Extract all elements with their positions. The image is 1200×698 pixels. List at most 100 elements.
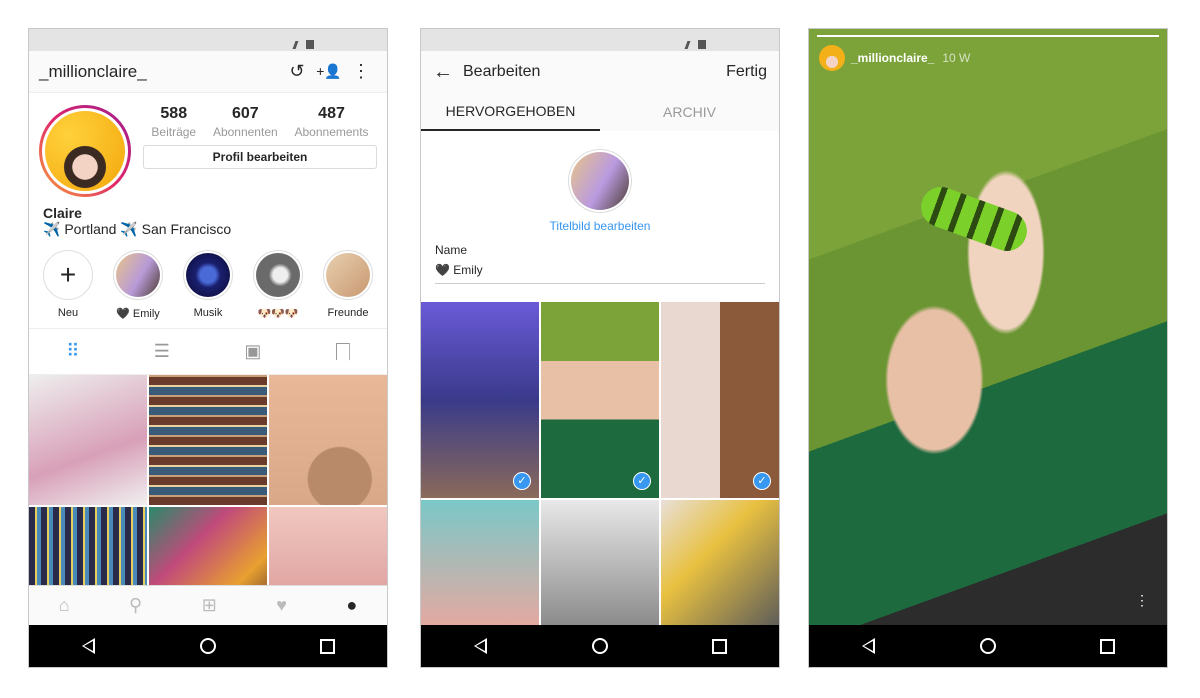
edit-tabs: HERVORGEHOBEN ARCHIV	[421, 93, 779, 131]
highlight-label: Freunde	[327, 307, 369, 319]
highlight-label: Musik	[193, 307, 223, 319]
bookmark-icon[interactable]	[335, 342, 350, 361]
story-avatar[interactable]	[819, 45, 845, 71]
post-thumbnail[interactable]	[29, 375, 147, 505]
stat-value: 607	[231, 105, 259, 122]
edit-cover-link[interactable]: Titelbild bearbeiten	[421, 219, 779, 233]
edit-highlight-screen: ← Bearbeiten Fertig HERVORGEHOBEN ARCHIV…	[420, 28, 780, 668]
story-thumbnail[interactable]	[661, 500, 779, 630]
battery-icon	[306, 40, 314, 49]
back-nav-button[interactable]	[849, 631, 889, 661]
check-icon: ✓	[753, 472, 771, 490]
recents-square-icon	[319, 638, 335, 654]
recents-square-icon	[1099, 638, 1115, 654]
bio: Claire ✈️ Portland ✈️ San Francisco	[29, 197, 387, 238]
stat-value: 487	[318, 105, 345, 122]
stat-value: 588	[160, 105, 188, 122]
tab-highlighted[interactable]: HERVORGEHOBEN	[421, 93, 600, 131]
highlight-musik[interactable]: Musik	[178, 250, 238, 320]
stat-followers[interactable]: 607 Abonnenten	[213, 105, 278, 139]
battery-icon	[698, 40, 706, 49]
list-icon[interactable]: ☰	[154, 341, 170, 362]
story-username[interactable]: _millionclaire_	[851, 51, 934, 65]
story-thumbnail[interactable]: ✓	[541, 302, 659, 498]
bottom-nav: ⌂ ⚲ ⊞ ♥ ●	[29, 585, 387, 625]
profile-header: _millionclaire_ ↺ +👤 ⋮	[29, 51, 387, 93]
highlight-freunde[interactable]: Freunde	[318, 250, 378, 320]
heart-icon[interactable]: ♥	[276, 595, 287, 616]
back-nav-button[interactable]	[69, 631, 109, 661]
search-icon[interactable]: ⚲	[129, 595, 142, 616]
name-field: Name 🖤 Emily	[421, 233, 779, 284]
add-icon[interactable]: ⊞	[202, 595, 217, 616]
more-vertical-icon[interactable]: ⋮	[345, 61, 377, 82]
bio-text: ✈️ Portland ✈️ San Francisco	[43, 221, 232, 237]
story-image[interactable]	[809, 29, 1167, 667]
grid-icon[interactable]: ⠿	[66, 341, 79, 362]
highlights-row: + Neu 🖤 Emily Musik 🐶🐶🐶 Freunde	[29, 238, 387, 329]
tab-archive[interactable]: ARCHIV	[600, 93, 779, 131]
signal-icon	[684, 41, 691, 49]
highlight-new[interactable]: + Neu	[38, 250, 98, 320]
highlight-emily[interactable]: 🖤 Emily	[108, 250, 168, 320]
signal-icon	[292, 41, 299, 49]
highlight-image	[326, 253, 370, 297]
android-nav-bar	[29, 625, 387, 667]
edit-header: ← Bearbeiten Fertig	[421, 51, 779, 93]
edit-profile-button[interactable]: Profil bearbeiten	[143, 145, 377, 169]
home-nav-button[interactable]	[188, 631, 228, 661]
home-circle-icon	[591, 638, 608, 654]
story-screen: _millionclaire_ 10 W ⋮	[808, 28, 1168, 668]
more-options-icon[interactable]: ⋮	[1135, 592, 1149, 609]
highlight-label: 🖤 Emily	[116, 308, 160, 320]
profile-icon[interactable]: ●	[346, 595, 357, 616]
home-nav-button[interactable]	[968, 631, 1008, 661]
check-icon: ✓	[633, 472, 651, 490]
story-thumbnail[interactable]	[421, 500, 539, 630]
display-name: Claire	[43, 205, 82, 221]
done-button[interactable]: Fertig	[726, 63, 767, 81]
back-arrow-icon[interactable]: ←	[433, 61, 463, 84]
profile-tabs: ⠿ ☰ ▣	[29, 329, 387, 375]
status-bar	[421, 29, 779, 51]
back-nav-button[interactable]	[461, 631, 501, 661]
back-triangle-icon	[862, 638, 876, 654]
cover-image[interactable]	[568, 149, 632, 213]
stat-following[interactable]: 487 Abonnements	[295, 105, 369, 139]
stat-posts[interactable]: 588 Beiträge	[151, 105, 196, 139]
highlight-label: Neu	[57, 307, 79, 319]
check-icon: ✓	[513, 472, 531, 490]
recents-nav-button[interactable]	[699, 631, 739, 661]
home-circle-icon	[979, 638, 996, 654]
username: _millionclaire_	[39, 61, 147, 81]
name-label: Name	[435, 243, 468, 257]
home-nav-button[interactable]	[580, 631, 620, 661]
highlight-dogs[interactable]: 🐶🐶🐶	[248, 250, 308, 320]
home-icon[interactable]: ⌂	[59, 595, 70, 616]
edit-title: Bearbeiten	[463, 63, 541, 80]
android-nav-bar	[809, 625, 1167, 667]
story-header: _millionclaire_ 10 W	[819, 45, 970, 71]
highlight-image	[256, 253, 300, 297]
cover-section: Titelbild bearbeiten	[421, 131, 779, 233]
story-thumbnail[interactable]	[541, 500, 659, 630]
recents-nav-button[interactable]	[1087, 631, 1127, 661]
history-icon[interactable]: ↺	[281, 61, 313, 82]
recents-nav-button[interactable]	[307, 631, 347, 661]
post-thumbnail[interactable]	[149, 375, 267, 505]
story-thumbnail[interactable]: ✓	[661, 302, 779, 498]
status-bar	[29, 29, 387, 51]
recents-square-icon	[711, 638, 727, 654]
stat-label: Beiträge	[151, 125, 197, 139]
post-thumbnail[interactable]	[269, 375, 387, 505]
story-thumbnail[interactable]: ✓	[421, 302, 539, 498]
add-user-icon[interactable]: +👤	[313, 63, 345, 80]
back-triangle-icon	[474, 638, 488, 654]
stat-label: Abonnements	[294, 125, 369, 139]
highlight-label: 🐶🐶🐶	[257, 308, 299, 320]
highlight-image	[186, 253, 230, 297]
avatar[interactable]	[39, 105, 131, 197]
name-input[interactable]: 🖤 Emily	[435, 257, 765, 284]
tagged-icon[interactable]: ▣	[244, 341, 261, 362]
stat-label: Abonnenten	[212, 125, 278, 139]
